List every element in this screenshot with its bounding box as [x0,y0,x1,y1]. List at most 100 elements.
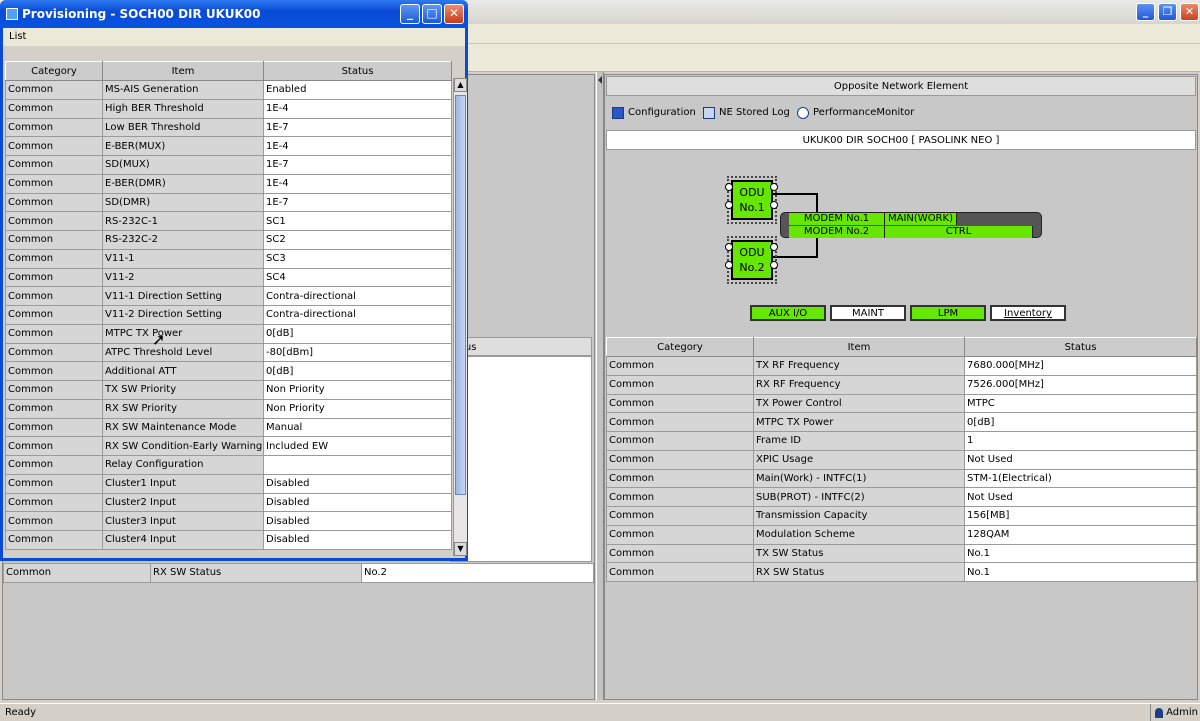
column-header-status[interactable]: Status [263,61,452,81]
cell-status[interactable]: No.1 [964,543,1197,564]
odu-1-block[interactable]: ODU No.1 [727,176,777,224]
table-row[interactable]: Common V11-2 Direction Setting Contra-dire… [5,305,452,325]
cell-status[interactable]: Disabled [263,530,452,550]
cell-status[interactable]: No.1 [964,562,1197,582]
table-row[interactable]: Common TX SW Priority Non Priority [5,380,452,400]
menu-list[interactable]: List [9,31,26,42]
cell-status[interactable]: 1E-4 [263,98,452,119]
odu-2-block[interactable]: ODU No.2 [727,236,777,284]
cell-status[interactable]: Contra-directional [263,305,452,325]
cell-status[interactable]: -80[dBm] [263,342,452,363]
inventory-button[interactable]: Inventory [990,305,1066,321]
cell-status[interactable]: Disabled [263,473,452,494]
cell-status[interactable]: 0[dB] [263,323,452,344]
table-row[interactable]: Common MTPC TX Power 0[dB] [606,412,1197,432]
aux-io-button[interactable]: AUX I/O [750,305,826,321]
table-row[interactable]: Common V11-1 Direction Setting Contra-dire… [5,286,452,306]
panel-splitter[interactable] [596,72,604,700]
table-row[interactable]: Common Low BER Threshold 1E-7 [5,117,452,138]
cell-status[interactable]: 1E-7 [263,192,452,213]
table-row[interactable]: Common SUB(PROT) - INTFC(2) Not Used [606,487,1197,507]
cell-status[interactable]: Not Used [964,487,1197,507]
close-icon[interactable]: ✕ [444,4,464,24]
cell-status[interactable]: 0[dB] [964,412,1197,432]
table-row[interactable]: Common MS-AIS Generation Enabled [5,80,452,100]
cell-status[interactable]: 156[MB] [964,506,1197,526]
cell-status[interactable]: Disabled [263,511,452,531]
cell-status[interactable]: Not Used [964,449,1197,470]
cell-status[interactable]: Disabled [263,492,452,513]
table-row[interactable]: Common Cluster4 Input Disabled [5,530,452,550]
cell-status[interactable]: Included EW [263,436,452,456]
table-row[interactable]: Common Transmission Capacity 156[MB] [606,506,1197,526]
close-icon[interactable]: ✕ [1180,3,1199,21]
lpm-button[interactable]: LPM [910,305,986,321]
dialog-titlebar[interactable]: Provisioning - SOCH00 DIR UKUK00 _ □ ✕ [0,0,468,28]
table-row[interactable]: Common ATPC Threshold Level -80[dBm] [5,342,452,363]
table-row[interactable]: Common Cluster2 Input Disabled [5,492,452,513]
table-row[interactable]: Common E-BER(DMR) 1E-4 [5,173,452,194]
maint-button[interactable]: MAINT [830,305,906,321]
cell-status[interactable]: SC1 [263,211,452,231]
table-row[interactable]: Common MTPC TX Power 0[dB] [5,323,452,344]
scroll-up-icon[interactable]: ▲ [454,78,467,92]
column-header-item[interactable]: Item [753,337,965,357]
cell-status[interactable] [263,455,452,475]
table-row[interactable]: Common Frame ID 1 [606,431,1197,451]
scrollbar-thumb[interactable] [455,95,466,495]
table-row[interactable]: Common RX SW Status No.1 [606,562,1197,582]
table-row[interactable]: Common SD(MUX) 1E-7 [5,155,452,175]
table-row[interactable]: Common RS-232C-2 SC2 [5,230,452,250]
table-row[interactable]: Common RX SW Maintenance Mode Manual [5,417,452,438]
cell-status[interactable]: Non Priority [263,398,452,419]
table-row[interactable]: Common TX Power Control MTPC [606,393,1197,414]
cell-status[interactable]: SC3 [263,248,452,269]
table-row[interactable]: Common RX RF Frequency 7526.000[MHz] [606,374,1197,395]
cell-status[interactable]: 1E-4 [263,173,452,194]
vertical-scrollbar[interactable]: ▲ ▼ [453,78,467,556]
table-row[interactable]: Common Cluster3 Input Disabled [5,511,452,531]
cell-status[interactable]: 7680.000[MHz] [964,356,1197,376]
cell-status[interactable]: SC4 [263,267,452,288]
cell-status[interactable]: Enabled [263,80,452,100]
minimize-icon[interactable]: _ [400,4,420,24]
cell-status[interactable]: SC2 [263,230,452,250]
table-row[interactable]: Common E-BER(MUX) 1E-4 [5,136,452,156]
table-row[interactable]: Common TX SW Status No.1 [606,543,1197,564]
table-row[interactable]: Common Relay Configuration [5,455,452,475]
performance-monitor-button[interactable]: PerformanceMonitor [797,105,914,121]
scroll-down-icon[interactable]: ▼ [454,542,467,556]
table-row[interactable]: Common V11-1 SC3 [5,248,452,269]
table-row[interactable]: Common SD(DMR) 1E-7 [5,192,452,213]
table-row[interactable]: Common Main(Work) - INTFC(1) STM-1(Electri… [606,468,1197,489]
table-row[interactable]: Common RX SW Status No.2 [3,563,594,583]
cell-status[interactable]: 7526.000[MHz] [964,374,1197,395]
ne-stored-log-button[interactable]: NE Stored Log [703,105,790,121]
table-row[interactable]: Common TX RF Frequency 7680.000[MHz] [606,356,1197,376]
table-row[interactable]: Common Cluster1 Input Disabled [5,473,452,494]
table-row[interactable]: Common V11-2 SC4 [5,267,452,288]
column-header-category[interactable]: Category [606,337,754,357]
column-header-category[interactable]: Category [5,61,103,81]
column-header-status[interactable]: Status [964,337,1197,357]
modem-block[interactable]: MODEM No.1 MAIN(WORK) MODEM No.2 CTRL [780,212,1042,238]
cell-status[interactable]: 1E-7 [263,117,452,138]
cell-status[interactable]: Non Priority [263,380,452,400]
table-row[interactable]: Common Additional ATT 0[dB] [5,361,452,381]
minimize-icon[interactable]: _ [1136,3,1155,21]
maximize-icon[interactable]: □ [422,4,442,24]
cell-status[interactable]: 1E-7 [263,155,452,175]
table-row[interactable]: Common High BER Threshold 1E-4 [5,98,452,119]
cell-status[interactable]: 1E-4 [263,136,452,156]
cell-status[interactable]: 1 [964,431,1197,451]
table-row[interactable]: Common RX SW Priority Non Priority [5,398,452,419]
column-header-item[interactable]: Item [102,61,264,81]
cell-status[interactable]: MTPC [964,393,1197,414]
splitter-arrow-icon[interactable] [598,76,602,84]
cell-status[interactable]: 0[dB] [263,361,452,381]
table-row[interactable]: Common RS-232C-1 SC1 [5,211,452,231]
restore-icon[interactable]: ❐ [1158,3,1177,21]
table-row[interactable]: Common RX SW Condition-Early Warning Inclu… [5,436,452,456]
table-row[interactable]: Common Modulation Scheme 128QAM [606,524,1197,545]
configuration-button[interactable]: Configuration [612,105,696,121]
